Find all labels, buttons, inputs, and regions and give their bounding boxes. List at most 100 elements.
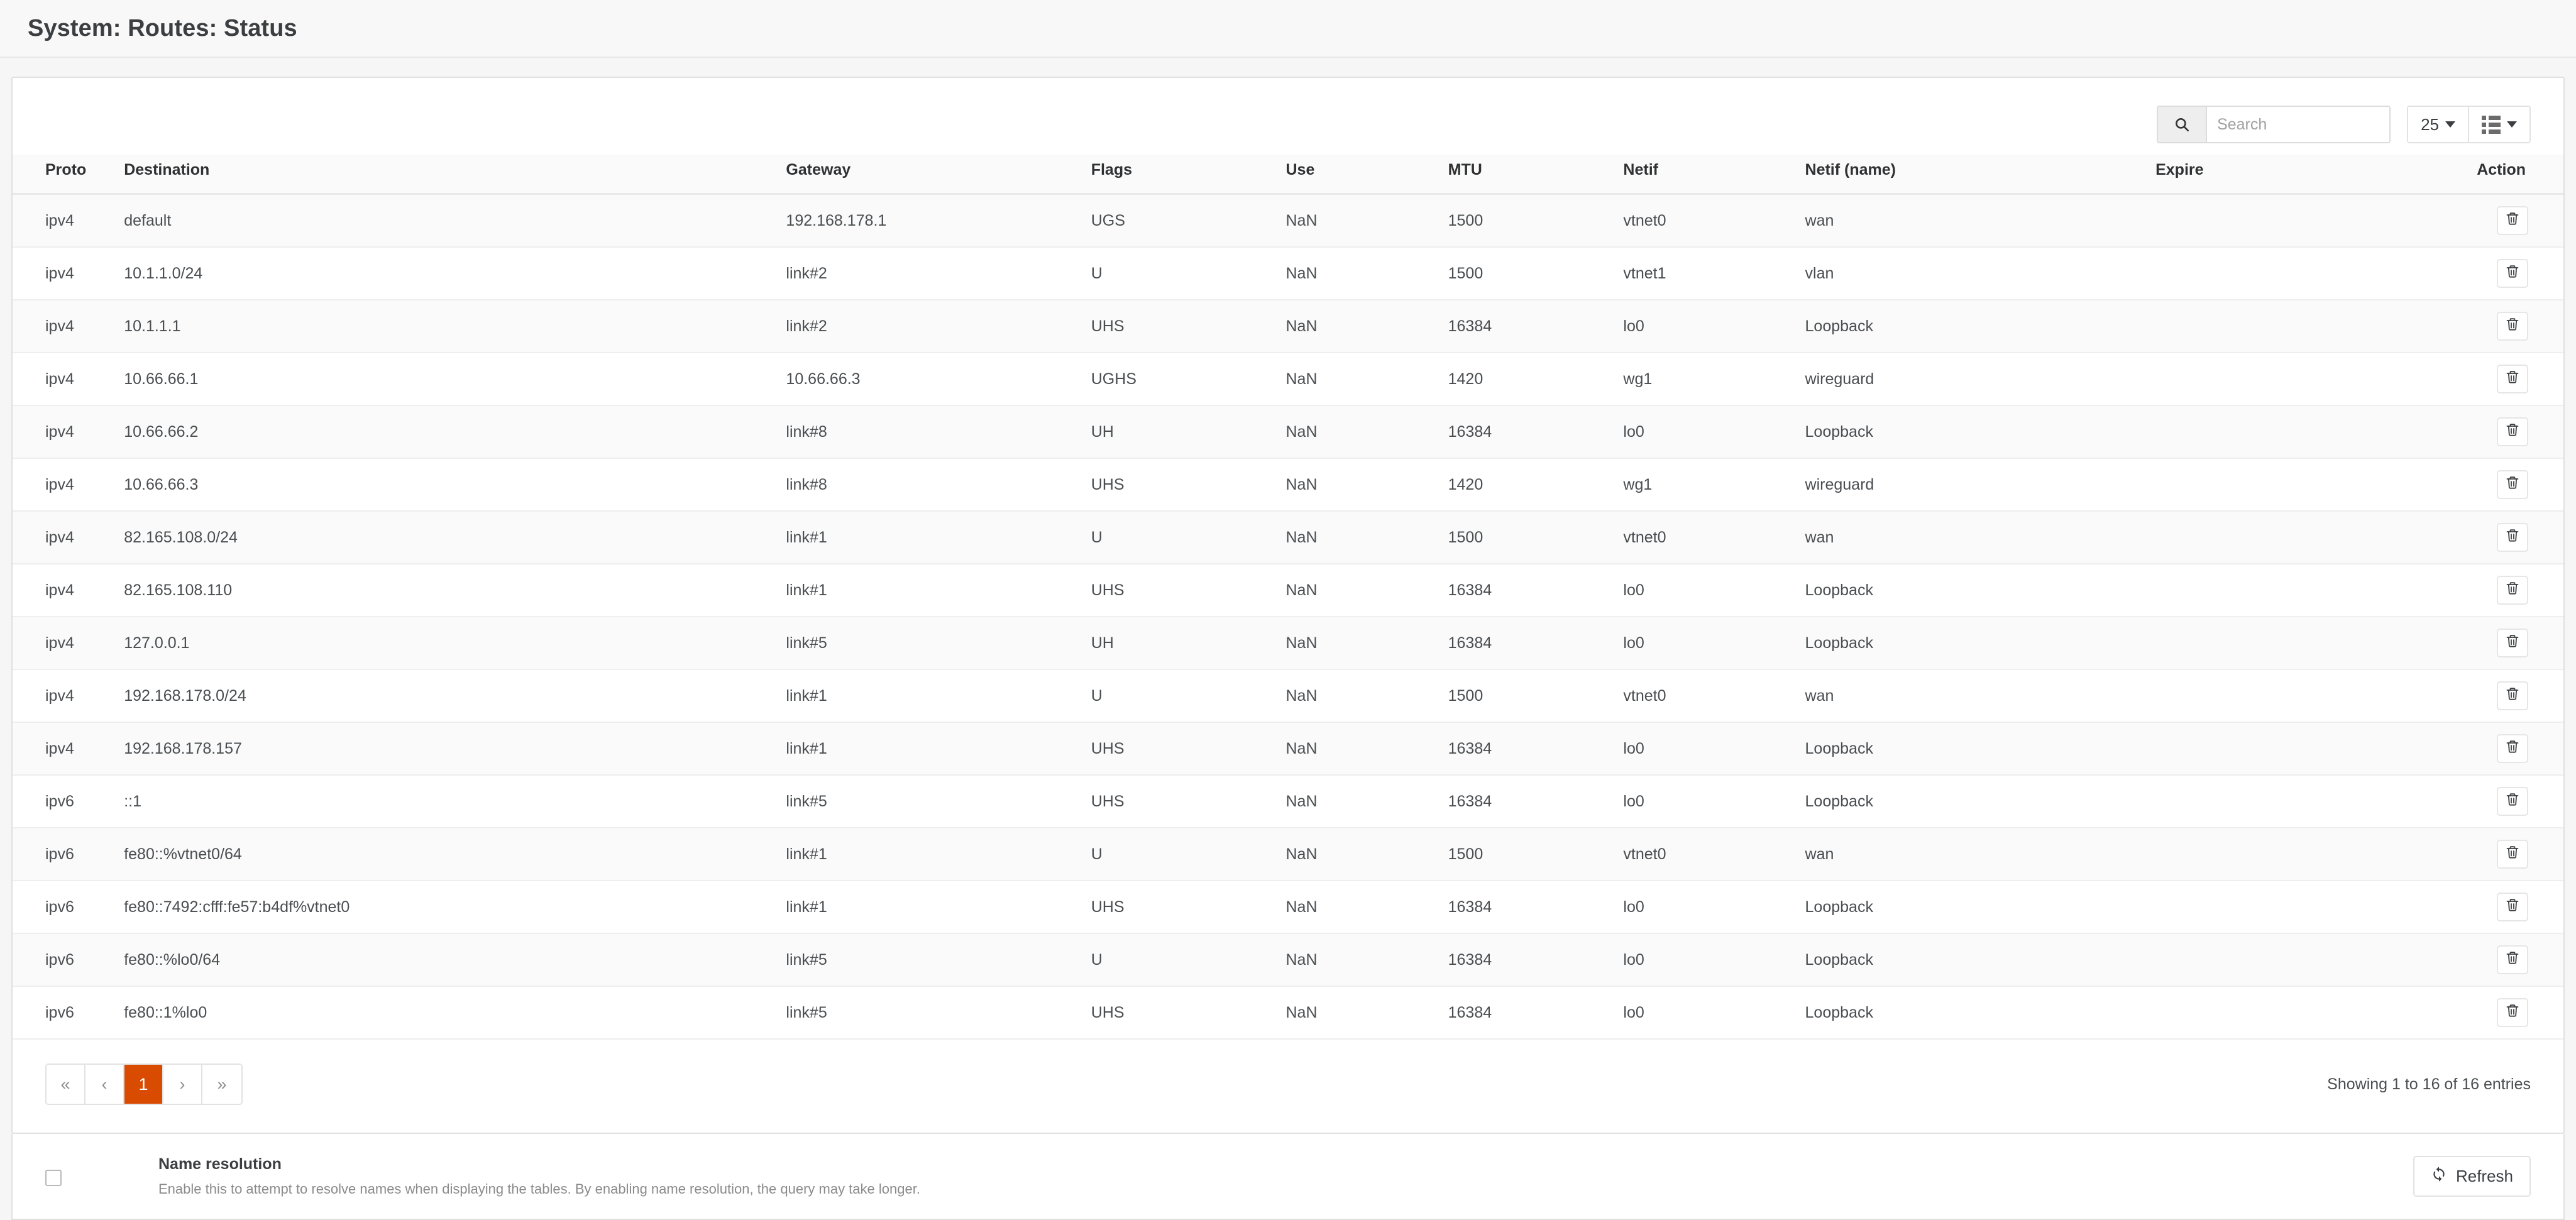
route-expire [2148,247,2421,300]
delete-route-button[interactable] [2497,523,2528,552]
column-header-expire[interactable]: Expire [2148,155,2421,195]
delete-route-button[interactable] [2497,787,2528,816]
route-netif-name: Loopback [1797,564,2149,617]
route-expire [2148,458,2421,512]
table-row: ipv6 fe80::%lo0/64 link#5 U NaN 16384 lo0 Loopb… [13,933,2563,987]
refresh-icon [2431,1166,2447,1187]
page-header: System: Routes: Status [0,0,2576,58]
delete-route-button[interactable] [2497,734,2528,763]
trash-icon [2505,950,2520,970]
route-proto: ipv4 [13,669,117,723]
delete-route-button[interactable] [2497,840,2528,869]
delete-route-button[interactable] [2497,945,2528,974]
route-mtu: 1420 [1440,353,1616,406]
refresh-button[interactable]: Refresh [2413,1156,2531,1197]
route-netif: lo0 [1616,617,1798,670]
search-input[interactable] [2207,107,2390,142]
route-gateway: link#1 [778,881,1084,934]
delete-route-button[interactable] [2497,259,2528,288]
delete-route-button[interactable] [2497,365,2528,393]
routes-table: Proto Destination Gateway Flags Use MTU … [13,155,2563,1040]
table-toolbar: 25 [13,78,2563,155]
route-gateway: link#8 [778,458,1084,512]
route-gateway: link#8 [778,405,1084,459]
route-netif: lo0 [1616,564,1798,617]
name-resolution-checkbox[interactable] [45,1169,62,1186]
route-use: NaN [1278,300,1441,353]
delete-route-button[interactable] [2497,576,2528,605]
delete-route-button[interactable] [2497,470,2528,499]
pagination-first[interactable]: « [47,1065,85,1104]
route-destination: default [116,194,779,248]
route-action-cell [2420,669,2563,723]
delete-route-button[interactable] [2497,893,2528,921]
route-action-cell [2420,564,2563,617]
delete-route-button[interactable] [2497,206,2528,235]
trash-icon [2505,475,2520,495]
name-resolution-text: Name resolution Enable this to attempt t… [158,1155,2413,1197]
route-flags: UHS [1083,881,1279,934]
route-proto: ipv6 [13,828,117,881]
column-header-destination[interactable]: Destination [116,155,779,195]
route-netif-name: Loopback [1797,300,2149,353]
search-group [2157,106,2391,143]
route-destination: fe80::1%lo0 [116,986,779,1040]
column-header-gateway[interactable]: Gateway [778,155,1084,195]
route-destination: fe80::7492:cfff:fe57:b4df%vtnet0 [116,881,779,934]
column-header-netif-name[interactable]: Netif (name) [1797,155,2149,195]
pagination-page-1[interactable]: 1 [124,1065,163,1104]
pagination-last[interactable]: » [202,1065,241,1104]
name-resolution-label: Name resolution [158,1155,282,1173]
route-netif-name: wireguard [1797,458,2149,512]
trash-icon [2505,634,2520,653]
route-action-cell [2420,353,2563,406]
route-action-cell [2420,300,2563,353]
route-proto: ipv4 [13,458,117,512]
route-use: NaN [1278,564,1441,617]
route-destination: fe80::%vtnet0/64 [116,828,779,881]
route-action-cell [2420,617,2563,670]
table-row: ipv6 fe80::7492:cfff:fe57:b4df%vtnet0 link… [13,881,2563,934]
route-use: NaN [1278,247,1441,300]
routes-card: 25 Proto Destination Gateway Flags Use [11,77,2565,1134]
column-header-proto[interactable]: Proto [13,155,117,195]
column-header-netif[interactable]: Netif [1616,155,1798,195]
column-header-use[interactable]: Use [1278,155,1441,195]
route-use: NaN [1278,775,1441,828]
route-netif: vtnet0 [1616,194,1798,248]
route-destination: 82.165.108.110 [116,564,779,617]
route-use: NaN [1278,669,1441,723]
route-flags: UH [1083,405,1279,459]
route-destination: ::1 [116,775,779,828]
delete-route-button[interactable] [2497,998,2528,1027]
route-flags: UHS [1083,986,1279,1040]
page-size-dropdown[interactable]: 25 [2408,107,2468,142]
delete-route-button[interactable] [2497,312,2528,341]
delete-route-button[interactable] [2497,417,2528,446]
chevron-down-icon [2507,121,2517,128]
route-netif: vtnet0 [1616,669,1798,723]
delete-route-button[interactable] [2497,629,2528,657]
pagination-next[interactable]: › [163,1065,202,1104]
route-gateway: link#1 [778,828,1084,881]
route-netif: vtnet0 [1616,828,1798,881]
delete-route-button[interactable] [2497,681,2528,710]
table-row: ipv4 10.66.66.2 link#8 UH NaN 16384 lo0 Loopbac… [13,405,2563,459]
column-selector-dropdown[interactable] [2468,107,2529,142]
pagination-prev[interactable]: ‹ [85,1065,124,1104]
column-header-mtu[interactable]: MTU [1440,155,1616,195]
route-gateway: link#2 [778,247,1084,300]
column-header-flags[interactable]: Flags [1083,155,1279,195]
route-destination: 10.66.66.3 [116,458,779,512]
table-row: ipv4 default 192.168.178.1 UGS NaN 1500 vtnet0… [13,194,2563,248]
route-flags: U [1083,247,1279,300]
route-netif: wg1 [1616,353,1798,406]
route-mtu: 1500 [1440,828,1616,881]
trash-icon [2505,370,2520,389]
route-destination: fe80::%lo0/64 [116,933,779,987]
table-body: ipv4 default 192.168.178.1 UGS NaN 1500 vtnet0… [13,194,2563,1040]
route-use: NaN [1278,617,1441,670]
search-icon[interactable] [2158,107,2208,142]
route-netif-name: Loopback [1797,775,2149,828]
route-netif-name: Loopback [1797,881,2149,934]
